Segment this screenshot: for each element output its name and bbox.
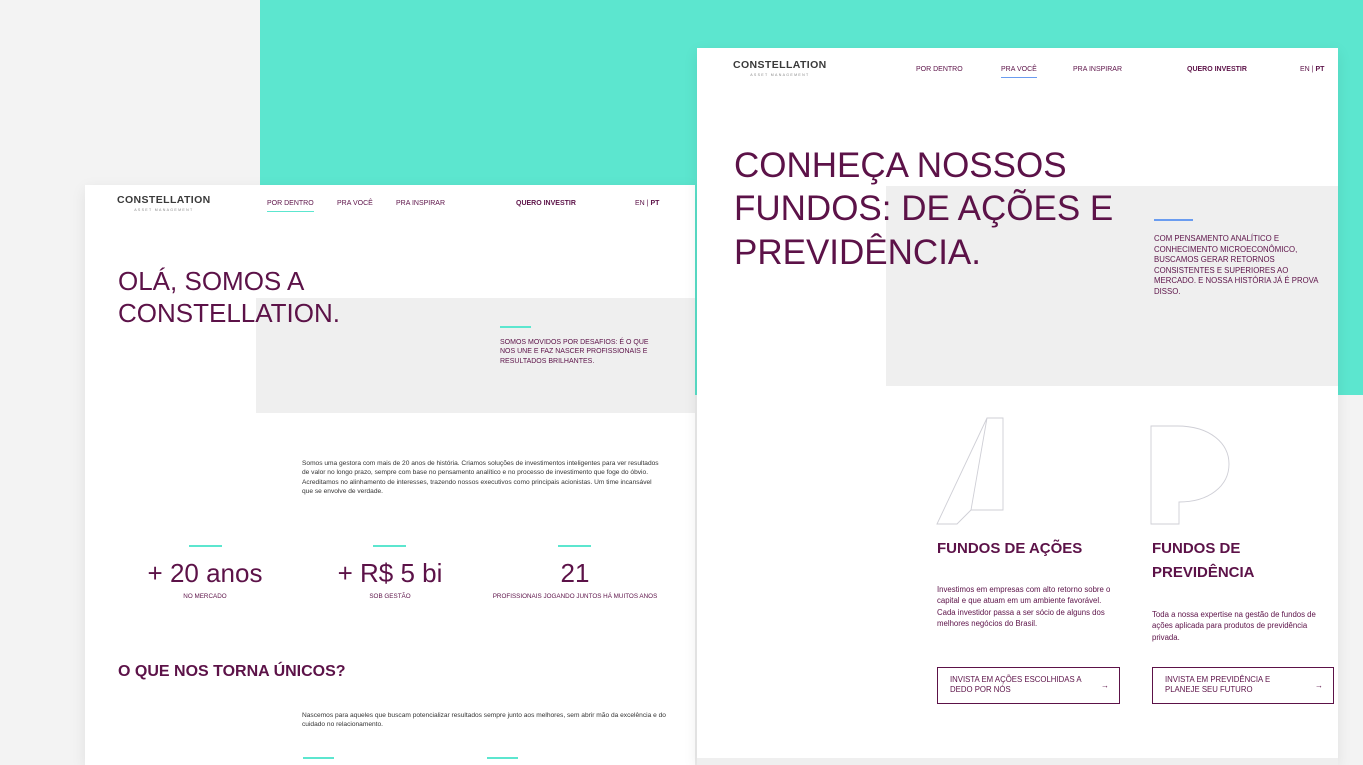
panel-tagline: COM PENSAMENTO ANALÍTICO E CONHECIMENTO …: [1154, 234, 1319, 296]
stat-team-caption: PROFISSIONAIS JOGANDO JUNTOS HÁ MUITOS A…: [492, 593, 658, 600]
invest-acoes-button[interactable]: INVISTA EM AÇÕES ESCOLHIDAS A DEDO POR N…: [937, 667, 1120, 704]
panel-tagline: SOMOS MOVIDOS POR DESAFIOS: É O QUE NOS …: [500, 339, 649, 365]
hero-title: CONHEÇA NOSSOS FUNDOS: DE AÇÕES E PREVID…: [734, 144, 1113, 274]
lang-en[interactable]: EN: [1300, 66, 1310, 73]
lang-en[interactable]: EN: [635, 200, 645, 207]
nav-pra-inspirar[interactable]: PRA INSPIRAR: [1073, 66, 1122, 73]
quero-investir-link[interactable]: QUERO INVESTIR: [516, 200, 576, 207]
footer-strip: [697, 758, 1338, 765]
funds-page-mockup: CONSTELLATION ASSET MANAGEMENT POR DENTR…: [697, 48, 1338, 765]
hero-line-2: FUNDOS: DE AÇÕES E: [734, 189, 1114, 229]
invest-acoes-button-label: INVISTA EM AÇÕES ESCOLHIDAS A DEDO POR N…: [950, 675, 1082, 695]
stat-years-value: + 20 anos: [147, 558, 263, 588]
nav-por-dentro[interactable]: POR DENTRO: [267, 200, 314, 212]
logo-subtitle: ASSET MANAGEMENT: [134, 208, 194, 212]
section-paragraph: Nascemos para aqueles que buscam potenci…: [302, 712, 666, 729]
bottom-accent-bar: [303, 757, 334, 759]
stat-accent-bar: [558, 545, 591, 547]
logo-brand: CONSTELLATION: [117, 194, 211, 206]
hero-title: OLÁ, SOMOS A CONSTELLATION.: [118, 265, 340, 329]
panel-accent-bar: [1154, 219, 1193, 221]
lang-pt[interactable]: PT: [650, 200, 659, 207]
about-page-mockup: CONSTELLATION ASSET MANAGEMENT POR DENTR…: [85, 185, 695, 765]
stat-accent-bar: [189, 545, 222, 547]
stat-years-caption: NO MERCADO: [183, 593, 227, 600]
language-switch: EN | PT: [1300, 66, 1324, 73]
logo-brand: CONSTELLATION: [733, 59, 827, 71]
hero-line-1: CONHEÇA NOSSOS: [734, 146, 1067, 185]
arrow-right-icon: →: [1101, 680, 1109, 690]
nav-pra-voce[interactable]: PRA VOCÊ: [337, 200, 373, 207]
fund-desc-acoes: Investimos em empresas com alto retorno …: [937, 585, 1111, 628]
lang-pt[interactable]: PT: [1315, 66, 1324, 73]
panel-accent-bar: [500, 326, 531, 328]
invest-previdencia-button[interactable]: INVISTA EM PREVIDÊNCIA E PLANEJE SEU FUT…: [1152, 667, 1334, 704]
invest-previdencia-button-label: INVISTA EM PREVIDÊNCIA E PLANEJE SEU FUT…: [1165, 675, 1271, 695]
fund-desc-previdencia: Toda a nossa expertise na gestão de fund…: [1152, 610, 1316, 642]
hero-line-1: OLÁ, SOMOS A: [118, 266, 305, 296]
letter-p-graphic: [1150, 425, 1230, 525]
fund-title-previdencia: FUNDOS DE PREVIDÊNCIA: [1152, 540, 1255, 581]
logo[interactable]: CONSTELLATION ASSET MANAGEMENT: [117, 194, 211, 212]
stat-accent-bar: [373, 545, 406, 547]
intro-paragraph: Somos uma gestora com mais de 20 anos de…: [302, 460, 659, 496]
nav-pra-voce[interactable]: PRA VOCÊ: [1001, 66, 1037, 78]
hero-line-2: CONSTELLATION.: [118, 298, 341, 329]
letter-a-graphic: [936, 417, 1004, 525]
stat-aum-caption: SOB GESTÃO: [369, 593, 411, 600]
arrow-right-icon: →: [1315, 680, 1323, 690]
quero-investir-link[interactable]: QUERO INVESTIR: [1187, 66, 1247, 73]
language-switch: EN | PT: [635, 200, 659, 207]
nav-pra-inspirar[interactable]: PRA INSPIRAR: [396, 200, 445, 207]
stat-aum-value: + R$ 5 bi: [337, 558, 443, 588]
bottom-accent-bar: [487, 757, 518, 759]
nav-por-dentro[interactable]: POR DENTRO: [916, 66, 963, 73]
logo-subtitle: ASSET MANAGEMENT: [750, 73, 810, 77]
stat-team-value: 21: [560, 558, 590, 588]
fund-title-acoes: FUNDOS DE AÇÕES: [937, 540, 1083, 557]
section-heading: O QUE NOS TORNA ÚNICOS?: [118, 663, 346, 680]
logo[interactable]: CONSTELLATION ASSET MANAGEMENT: [733, 59, 827, 77]
hero-line-3: PREVIDÊNCIA.: [734, 232, 981, 272]
